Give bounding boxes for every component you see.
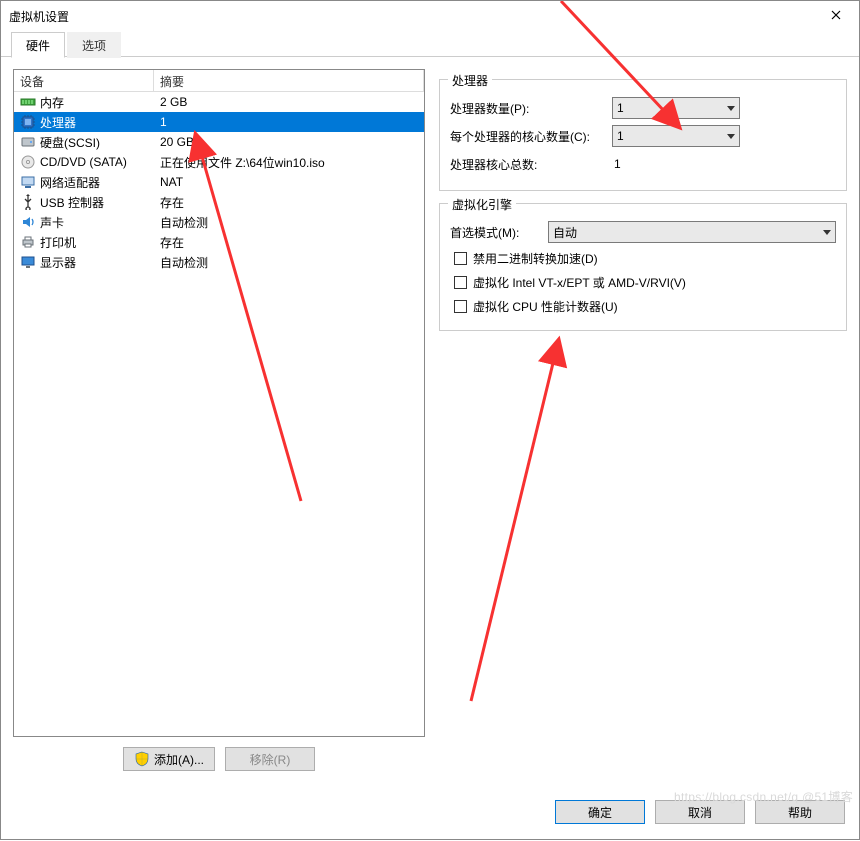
display-icon: [20, 254, 36, 270]
preferred-mode-select[interactable]: 自动: [548, 221, 836, 243]
chk-disable-binary-label: 禁用二进制转换加速(D): [473, 250, 598, 267]
cores-per-proc-label: 每个处理器的核心数量(C):: [450, 128, 606, 145]
hardware-actions: 添加(A)... 移除(R): [13, 737, 425, 779]
hardware-row-name: 网络适配器: [40, 174, 100, 191]
right-panel: 处理器 处理器数量(P): 1 每个处理器的核心数量(C): 1: [439, 69, 847, 779]
disk-icon: [20, 134, 36, 150]
footer: 确定 取消 帮助: [1, 785, 859, 839]
group-virtualization-legend: 虚拟化引擎: [448, 196, 516, 213]
cores-per-proc-value: 1: [617, 129, 624, 143]
total-cores-value: 1: [612, 157, 621, 171]
hardware-row[interactable]: CD/DVD (SATA) 正在使用文件 Z:\64位win10.iso: [14, 152, 424, 172]
checkbox-icon: [454, 300, 467, 313]
hardware-row[interactable]: 处理器 1: [14, 112, 424, 132]
chk-perf-counters[interactable]: 虚拟化 CPU 性能计数器(U): [450, 294, 836, 318]
hardware-list: 设备 摘要 内存 2 GB 处理器 1 硬盘(SCSI) 20 GB CD/DVD (SAT…: [13, 69, 425, 737]
hardware-row-summary: 1: [154, 115, 424, 129]
chevron-down-icon: [823, 230, 831, 235]
disc-icon: [20, 154, 36, 170]
ok-button[interactable]: 确定: [555, 800, 645, 824]
hardware-row-summary: NAT: [154, 175, 424, 189]
left-panel: 设备 摘要 内存 2 GB 处理器 1 硬盘(SCSI) 20 GB CD/DVD (SAT…: [13, 69, 425, 779]
hardware-row[interactable]: 内存 2 GB: [14, 92, 424, 112]
chk-disable-binary[interactable]: 禁用二进制转换加速(D): [450, 246, 836, 270]
window-title: 虚拟机设置: [9, 8, 813, 25]
help-button[interactable]: 帮助: [755, 800, 845, 824]
hardware-row[interactable]: USB 控制器 存在: [14, 192, 424, 212]
group-processors-legend: 处理器: [448, 72, 492, 89]
content: 设备 摘要 内存 2 GB 处理器 1 硬盘(SCSI) 20 GB CD/DVD (SAT…: [1, 63, 859, 779]
tab-hardware[interactable]: 硬件: [11, 32, 65, 58]
checkbox-icon: [454, 252, 467, 265]
hardware-row-summary: 正在使用文件 Z:\64位win10.iso: [154, 154, 424, 171]
hardware-row-summary: 存在: [154, 194, 424, 211]
proc-count-label: 处理器数量(P):: [450, 100, 606, 117]
hardware-row-name: 打印机: [40, 234, 76, 251]
hardware-row[interactable]: 打印机 存在: [14, 232, 424, 252]
chk-perf-counters-label: 虚拟化 CPU 性能计数器(U): [473, 298, 618, 315]
chevron-down-icon: [727, 106, 735, 111]
tabbar: 硬件 选项: [1, 31, 859, 57]
total-cores-label: 处理器核心总数:: [450, 156, 606, 173]
shield-icon: [134, 751, 150, 767]
hardware-row-summary: 自动检测: [154, 254, 424, 271]
hardware-row-summary: 2 GB: [154, 95, 424, 109]
remove-button-label: 移除(R): [250, 751, 291, 768]
hardware-header: 设备 摘要: [14, 70, 424, 92]
hardware-row-name: 处理器: [40, 114, 76, 131]
chk-vtx[interactable]: 虚拟化 Intel VT-x/EPT 或 AMD-V/RVI(V): [450, 270, 836, 294]
group-virtualization: 虚拟化引擎 首选模式(M): 自动 禁用二进制转换加速(D) 虚拟化 Intel…: [439, 203, 847, 331]
cancel-button[interactable]: 取消: [655, 800, 745, 824]
hardware-row-summary: 20 GB: [154, 135, 424, 149]
usb-icon: [20, 194, 36, 210]
close-button[interactable]: [813, 1, 859, 31]
hardware-row-name: CD/DVD (SATA): [40, 155, 127, 169]
hardware-row-name: 硬盘(SCSI): [40, 134, 100, 151]
close-icon: [831, 9, 841, 23]
hardware-row-name: 显示器: [40, 254, 76, 271]
hardware-row-summary: 自动检测: [154, 214, 424, 231]
tab-options[interactable]: 选项: [67, 32, 121, 58]
hardware-row[interactable]: 网络适配器 NAT: [14, 172, 424, 192]
memory-icon: [20, 94, 36, 110]
col-device: 设备: [14, 70, 154, 91]
col-summary: 摘要: [154, 70, 424, 91]
hardware-row-name: USB 控制器: [40, 194, 104, 211]
hardware-row[interactable]: 显示器 自动检测: [14, 252, 424, 272]
titlebar: 虚拟机设置: [1, 1, 859, 31]
add-button-label: 添加(A)...: [154, 751, 204, 768]
checkbox-icon: [454, 276, 467, 289]
hardware-row[interactable]: 声卡 自动检测: [14, 212, 424, 232]
printer-icon: [20, 234, 36, 250]
chk-vtx-label: 虚拟化 Intel VT-x/EPT 或 AMD-V/RVI(V): [473, 274, 686, 291]
remove-button[interactable]: 移除(R): [225, 747, 315, 771]
group-processors: 处理器 处理器数量(P): 1 每个处理器的核心数量(C): 1: [439, 79, 847, 191]
preferred-mode-value: 自动: [553, 224, 577, 241]
cores-per-proc-select[interactable]: 1: [612, 125, 740, 147]
proc-count-value: 1: [617, 101, 624, 115]
chevron-down-icon: [727, 134, 735, 139]
hardware-row-name: 内存: [40, 94, 64, 111]
vm-settings-dialog: 虚拟机设置 硬件 选项 设备 摘要 内存 2 GB 处理器 1 硬盘(SCSI) 20 G…: [0, 0, 860, 840]
hardware-row-summary: 存在: [154, 234, 424, 251]
sound-icon: [20, 214, 36, 230]
cpu-icon: [20, 114, 36, 130]
preferred-mode-label: 首选模式(M):: [450, 224, 542, 241]
proc-count-select[interactable]: 1: [612, 97, 740, 119]
hardware-row[interactable]: 硬盘(SCSI) 20 GB: [14, 132, 424, 152]
add-button[interactable]: 添加(A)...: [123, 747, 215, 771]
network-icon: [20, 174, 36, 190]
hardware-row-name: 声卡: [40, 214, 64, 231]
